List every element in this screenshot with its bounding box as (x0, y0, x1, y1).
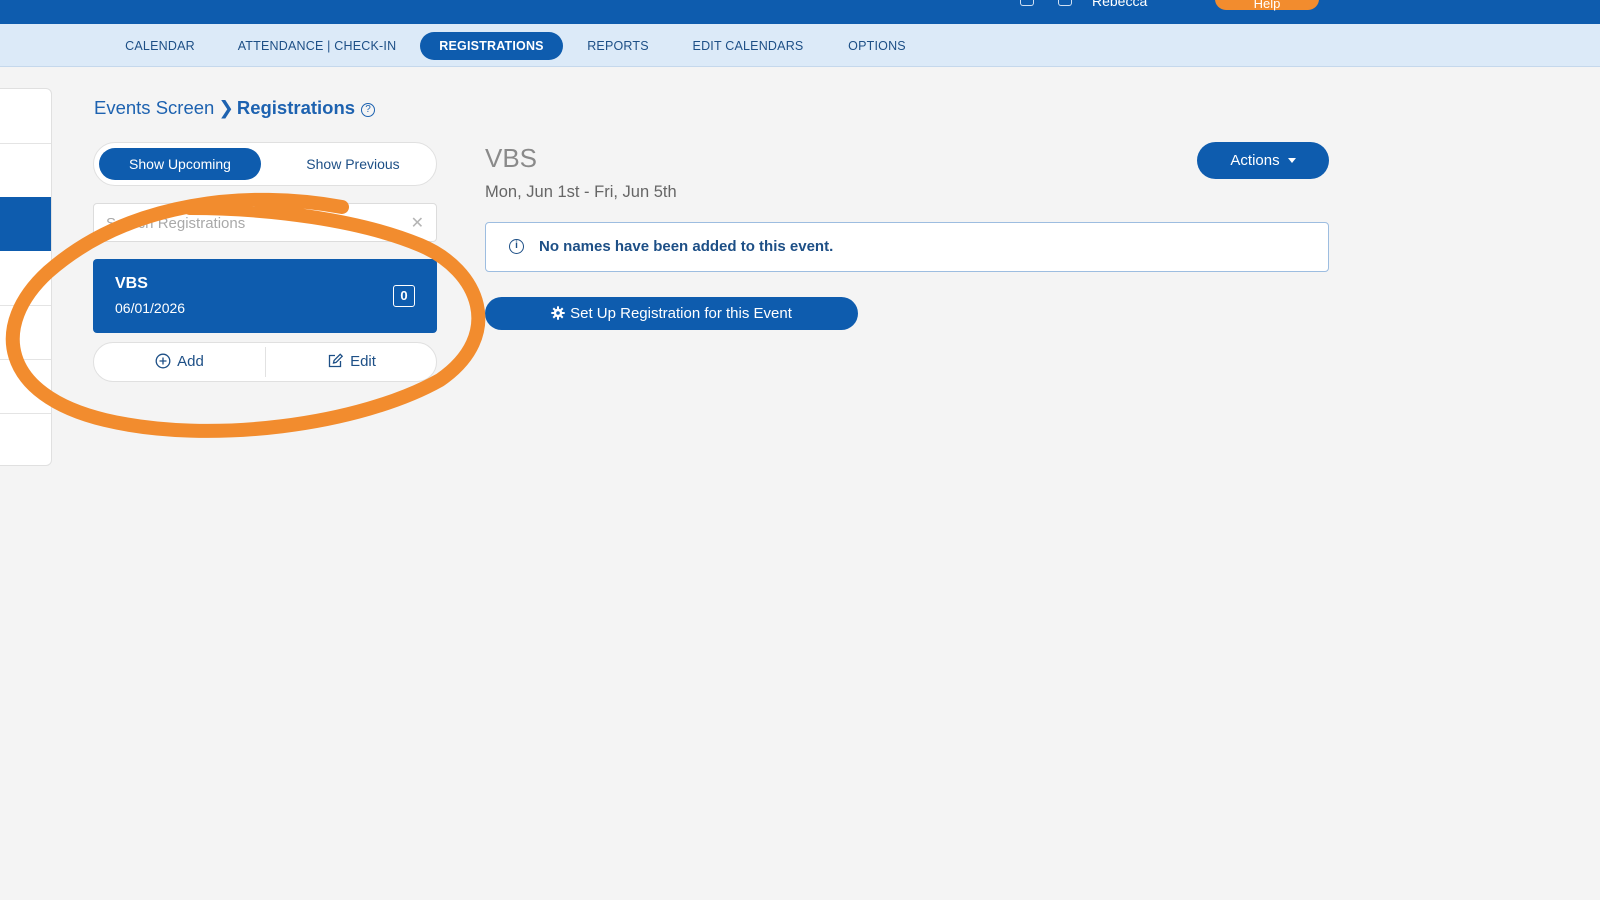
tab-edit-calendars[interactable]: EDIT CALENDARS (684, 32, 812, 60)
setup-label: Set Up Registration for this Event (570, 305, 792, 322)
pencil-square-icon (328, 353, 344, 368)
search-input[interactable] (106, 212, 396, 234)
bell-icon[interactable] (1058, 0, 1072, 6)
gear-icon (551, 306, 565, 320)
mail-icon[interactable] (1020, 0, 1034, 6)
add-button[interactable]: Add (94, 343, 265, 381)
side-menu-divider (0, 413, 51, 414)
chevron-right-icon: ❯ (218, 97, 234, 118)
event-date-range: Mon, Jun 1st - Fri, Jun 5th (485, 183, 677, 201)
side-menu (0, 88, 52, 466)
top-bar: Rebecca Help (0, 0, 1600, 24)
show-previous-button[interactable]: Show Previous (277, 148, 429, 180)
notice-message: No names have been added to this event. (539, 238, 834, 255)
edit-label: Edit (350, 353, 376, 370)
tab-registrations[interactable]: REGISTRATIONS (420, 32, 563, 60)
empty-notice: i No names have been added to this event… (485, 222, 1329, 272)
help-button[interactable]: Help (1215, 0, 1319, 11)
upcoming-previous-toggle: Show Upcoming Show Previous (93, 142, 437, 186)
side-menu-item-selected[interactable] (0, 197, 51, 251)
side-menu-divider (0, 143, 51, 144)
add-label: Add (177, 353, 204, 370)
side-menu-divider (0, 305, 51, 306)
setup-registration-button[interactable]: Set Up Registration for this Event (485, 297, 858, 330)
main-nav: CALENDAR ATTENDANCE | CHECK-IN REGISTRAT… (0, 24, 1600, 67)
event-list-item[interactable]: VBS 06/01/2026 0 (93, 259, 437, 333)
edit-button[interactable]: Edit (266, 343, 437, 381)
add-edit-bar: Add Edit (93, 342, 437, 382)
tab-reports[interactable]: REPORTS (578, 32, 658, 60)
tab-options[interactable]: OPTIONS (837, 32, 917, 60)
tab-calendar[interactable]: CALENDAR (112, 32, 208, 60)
event-date: 06/01/2026 (115, 300, 186, 316)
registration-count-badge: 0 (393, 285, 415, 307)
show-upcoming-button[interactable]: Show Upcoming (99, 148, 261, 180)
tab-attendance-check-in[interactable]: ATTENDANCE | CHECK-IN (232, 32, 402, 60)
breadcrumb-current: Registrations (236, 97, 356, 118)
user-menu[interactable]: Rebecca (1092, 0, 1147, 9)
search-box: ✕ (93, 203, 437, 242)
caret-down-icon (1287, 158, 1296, 163)
plus-circle-icon (155, 353, 171, 369)
actions-label: Actions (1230, 152, 1280, 169)
event-name: VBS (115, 275, 148, 292)
actions-dropdown[interactable]: Actions (1197, 142, 1329, 179)
highlight-annotation (5, 192, 486, 438)
close-icon[interactable]: ✕ (411, 213, 424, 233)
breadcrumb-parent[interactable]: Events Screen (94, 97, 214, 118)
side-menu-divider (0, 359, 51, 360)
question-circle-icon[interactable]: ? (361, 103, 376, 117)
info-icon: i (509, 239, 524, 254)
breadcrumb: Events Screen ❯ Registrations? (94, 97, 376, 119)
event-title: VBS (485, 143, 538, 173)
